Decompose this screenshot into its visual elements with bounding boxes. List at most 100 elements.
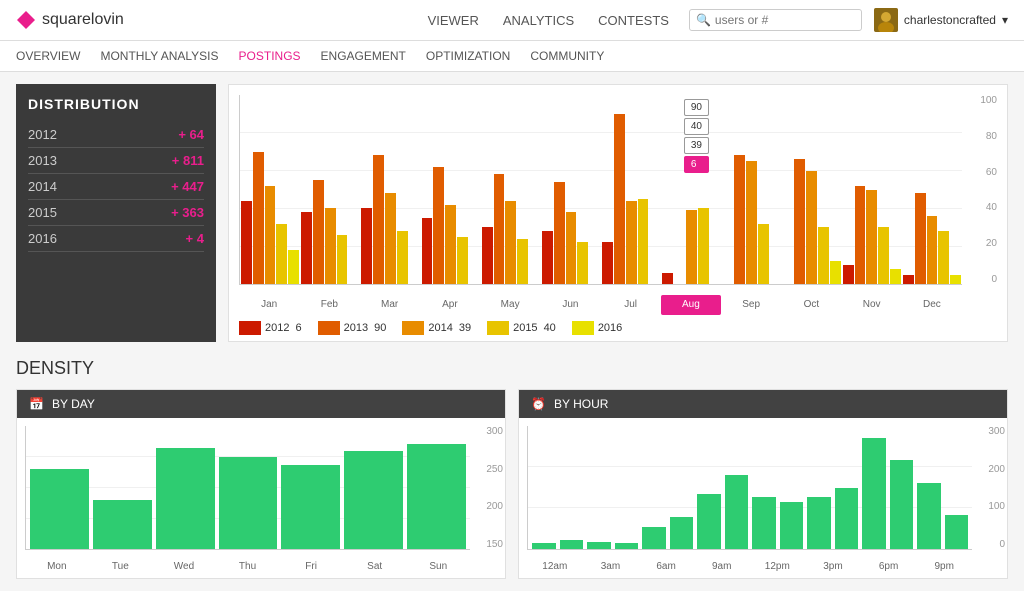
by-hour-label: BY HOUR [554,397,608,411]
bar-may-2015 [517,239,528,284]
legend-year-2016: 2016 [598,322,622,334]
dist-row-2015: 2015 363 [28,200,204,226]
by-hour-body: 300 200 100 0 [519,418,1007,578]
legend-year-2015: 2015 [513,322,537,334]
user-menu[interactable]: charlestoncrafted ▾ [874,8,1008,32]
legend-color-2016 [572,321,594,335]
logo-text: squarelovin [42,11,124,29]
bar-mar-2013 [373,155,384,284]
bar-4pm [835,488,859,550]
x-label-mar: Mar [360,295,420,315]
subnav-optimization[interactable]: OPTIMIZATION [426,49,510,63]
y-h-100: 100 [988,501,1005,512]
subnav-postings[interactable]: POSTINGS [239,49,301,63]
bar-may-2012 [482,227,493,284]
subnav-monthly[interactable]: MONTHLY ANALYSIS [100,49,218,63]
bar-1pm [780,502,804,549]
bar-may-2013 [494,174,505,284]
by-day-chart: 📅 BY DAY 300 250 200 150 [16,389,506,579]
x-label-jun: Jun [540,295,600,315]
density-charts: 📅 BY DAY 300 250 200 150 [16,389,1008,579]
x-axis: Jan Feb Mar Apr May Jun Jul Aug Sep Oct … [239,295,962,315]
bar-sep-2014 [746,161,757,284]
bar-feb-2012 [301,212,312,284]
density-section: DENSITY 📅 BY DAY 300 [16,358,1008,579]
by-day-header: 📅 BY DAY [17,390,505,418]
bar-thu [219,457,278,549]
bar-jan-2014 [265,186,276,284]
search-input[interactable] [715,13,855,27]
y-h-0: 0 [999,539,1005,550]
bar-jul-2015 [638,199,649,284]
y-150: 150 [486,539,503,550]
bar-jul-2013 [614,114,625,284]
bar-dec-2016 [950,275,961,284]
x-6am: 6am [638,561,694,572]
bar-1am [560,540,584,549]
legend-year-2014: 2014 [428,322,452,334]
y-h-300: 300 [988,426,1005,437]
bar-sat [344,451,403,549]
bar-nov-2014 [866,190,877,285]
bar-oct-2016 [830,261,841,284]
bar-jan-2015 [276,224,287,284]
bar-10am [725,475,749,549]
nav-viewer[interactable]: VIEWER [428,13,479,28]
bar-9am [697,494,721,549]
legend-2014: 2014 39 [402,321,471,335]
bar-jan-2016 [288,250,299,284]
subnav-community[interactable]: COMMUNITY [530,49,604,63]
bar-nov-2013 [855,186,866,284]
x-12am: 12am [527,561,583,572]
search-bar[interactable]: 🔍 [689,9,862,31]
bar-feb-2014 [325,208,336,284]
header: squarelovin VIEWER ANALYTICS CONTESTS 🔍 … [0,0,1024,41]
bar-4am [615,543,639,549]
legend-2016: 2016 [572,321,622,335]
distribution-table: DISTRIBUTION 2012 64 2013 811 2014 447 2… [16,84,216,342]
calendar-icon: 📅 [29,397,44,411]
distribution-title: DISTRIBUTION [28,96,204,112]
bar-dec-2013 [915,193,926,284]
x-3pm: 3pm [805,561,861,572]
bar-jul-2012 [602,242,613,284]
month-apr [421,95,481,284]
chart-area [239,95,962,285]
bar-sep-2013 [734,155,745,284]
bar-10pm [945,515,969,549]
dist-year-2012: 2012 [28,127,57,142]
bar-aug-2015 [698,208,709,284]
by-hour-x-labels: 12am 3am 6am 9am 12pm 3pm 6pm 9pm [527,554,972,578]
nav-contests[interactable]: CONTESTS [598,13,669,28]
bar-jan-2012 [241,201,252,284]
y-label-80: 80 [986,131,997,142]
subnav-overview[interactable]: OVERVIEW [16,49,80,63]
subnav-engagement[interactable]: ENGAGEMENT [321,49,406,63]
nav-analytics[interactable]: ANALYTICS [503,13,574,28]
legend-color-2012 [239,321,261,335]
x-label-apr: Apr [420,295,480,315]
search-icon: 🔍 [696,13,711,27]
bar-apr-2015 [457,237,468,284]
by-hour-bars [527,426,972,550]
x-label-aug: Aug [661,295,721,315]
bar-may-2014 [505,201,516,284]
y-label-20: 20 [986,238,997,249]
legend-year-2012: 2012 [265,322,289,334]
x-sat: Sat [343,561,407,572]
by-day-x-labels: Mon Tue Wed Thu Fri Sat Sun [25,554,470,578]
density-title: DENSITY [16,358,1008,379]
y-300: 300 [486,426,503,437]
bar-12am [532,543,556,549]
bar-nov-2012 [843,265,854,284]
x-9pm: 9pm [916,561,972,572]
clock-icon: ⏰ [531,397,546,411]
month-oct [782,95,842,284]
chart-legend: 2012 6 2013 90 2014 39 2015 40 [239,315,997,341]
bar-12pm [752,497,776,549]
month-jun [541,95,601,284]
legend-color-2015 [487,321,509,335]
month-jan [240,95,300,284]
bar-mar-2015 [397,231,408,284]
logo[interactable]: squarelovin [16,10,124,30]
